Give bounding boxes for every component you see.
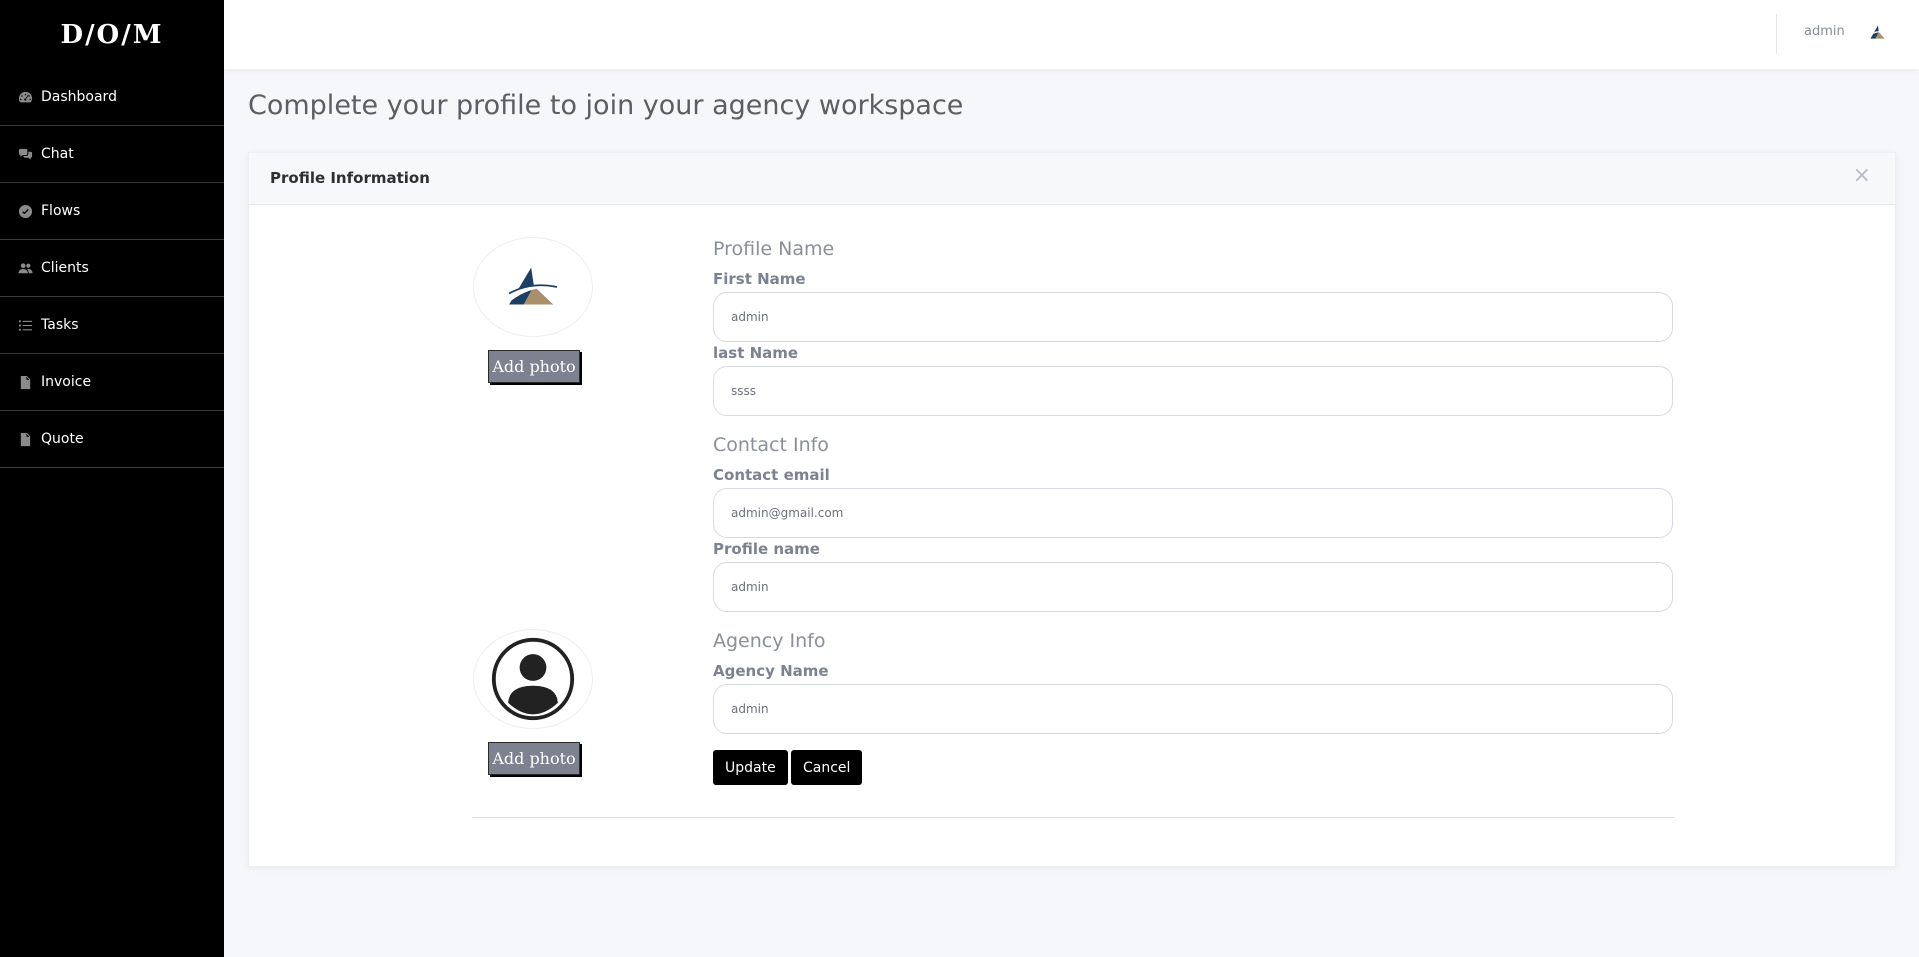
card-header: Profile Information × <box>249 153 1895 205</box>
users-icon <box>17 260 33 276</box>
sidebar-item-label: Clients <box>41 260 89 276</box>
profile-name-label: Profile name <box>713 540 820 558</box>
add-profile-photo-button[interactable]: Add photo <box>488 350 580 383</box>
topbar-divider <box>1776 14 1777 54</box>
sidebar-item-invoice[interactable]: Invoice <box>0 354 224 411</box>
chat-bubbles-icon <box>17 146 33 162</box>
agency-photo <box>473 629 593 729</box>
agency-logo-icon <box>507 267 559 305</box>
last-name-input[interactable] <box>713 366 1673 416</box>
contact-email-label: Contact email <box>713 466 830 484</box>
section-title-contact-info: Contact Info <box>713 434 829 456</box>
add-agency-photo-button[interactable]: Add photo <box>488 742 580 775</box>
user-avatar-icon <box>491 637 575 721</box>
top-bar: admin <box>224 0 1919 69</box>
sidebar-item-label: Invoice <box>41 374 92 390</box>
sidebar-item-clients[interactable]: Clients <box>0 240 224 297</box>
profile-card: Profile Information × Add photo Add phot… <box>248 152 1896 867</box>
sidebar-item-dashboard[interactable]: Dashboard <box>0 69 224 126</box>
file-icon <box>17 431 33 447</box>
page-title: Complete your profile to join your agenc… <box>248 90 964 121</box>
close-icon[interactable]: × <box>1853 165 1871 187</box>
sidebar-item-tasks[interactable]: Tasks <box>0 297 224 354</box>
first-name-label: First Name <box>713 270 806 288</box>
app-logo[interactable]: D/O/M <box>0 0 224 69</box>
card-title: Profile Information <box>270 169 430 187</box>
sidebar-item-label: Quote <box>41 431 84 447</box>
agency-name-label: Agency Name <box>713 662 829 680</box>
sidebar: D/O/M Dashboard Chat Flows Clients Tasks <box>0 0 224 957</box>
sidebar-item-chat[interactable]: Chat <box>0 126 224 183</box>
section-title-profile-name: Profile Name <box>713 238 835 260</box>
gauge-icon <box>17 89 33 105</box>
profile-name-input[interactable] <box>713 562 1673 612</box>
first-name-input[interactable] <box>713 292 1673 342</box>
section-title-agency-info: Agency Info <box>713 630 826 652</box>
sidebar-item-quote[interactable]: Quote <box>0 411 224 468</box>
sidebar-item-label: Chat <box>41 146 74 162</box>
file-text-icon <box>17 374 33 390</box>
form-divider <box>472 817 1674 818</box>
last-name-label: last Name <box>713 344 799 362</box>
contact-email-input[interactable] <box>713 488 1673 538</box>
sidebar-item-label: Dashboard <box>41 89 117 105</box>
agency-logo-icon[interactable] <box>1868 22 1888 42</box>
list-icon <box>17 317 33 333</box>
agency-name-input[interactable] <box>713 684 1673 734</box>
cancel-button[interactable]: Cancel <box>791 750 863 785</box>
update-button[interactable]: Update <box>713 750 788 785</box>
profile-photo <box>473 237 593 337</box>
sidebar-item-label: Flows <box>41 203 81 219</box>
user-name[interactable]: admin <box>1804 24 1845 39</box>
check-circle-icon <box>17 203 33 219</box>
sidebar-item-label: Tasks <box>41 317 79 333</box>
sidebar-item-flows[interactable]: Flows <box>0 183 224 240</box>
